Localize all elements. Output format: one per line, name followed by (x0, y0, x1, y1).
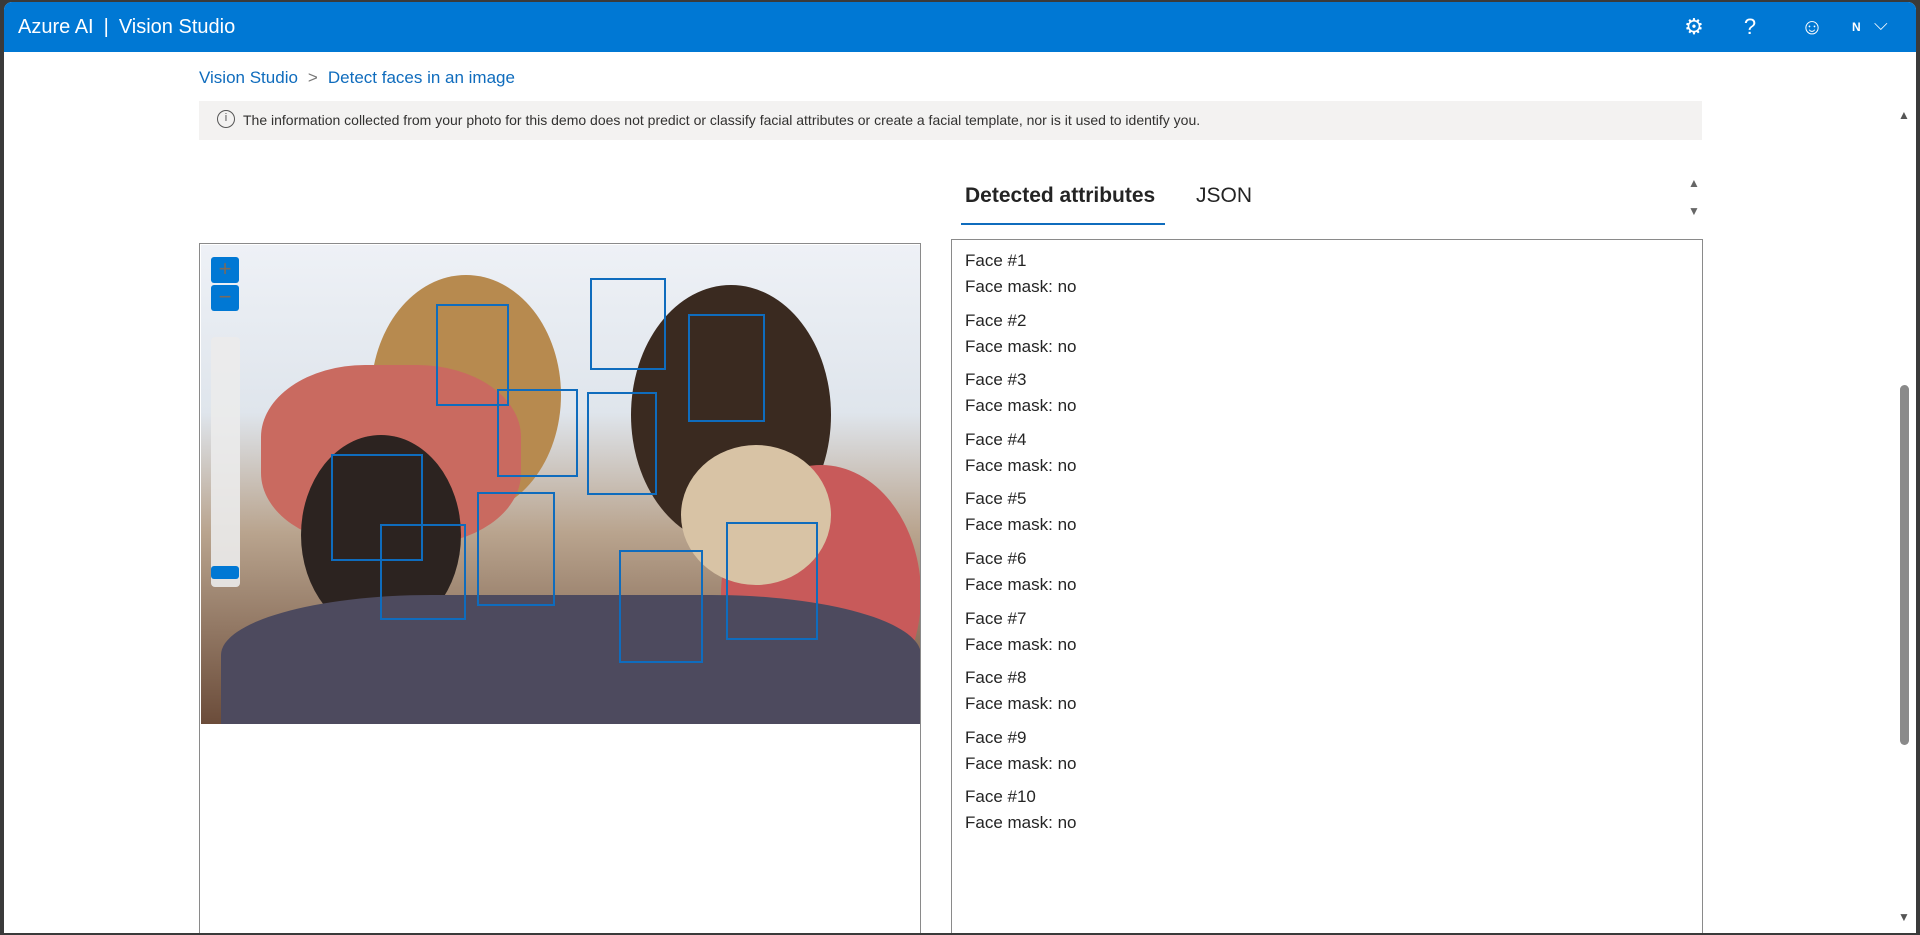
face-label: Face #4 (965, 429, 1027, 449)
face-item: Face #3 Face mask: no (965, 367, 1689, 427)
breadcrumb-detect-faces[interactable]: Detect faces in an image (328, 68, 515, 87)
image-viewer: + − (199, 243, 921, 933)
face-mask-value: Face mask: no (965, 753, 1077, 773)
face-box-7[interactable] (380, 524, 466, 620)
face-mask-value: Face mask: no (965, 694, 1077, 714)
scroll-up-arrow-icon[interactable]: ▲ (1688, 176, 1700, 190)
face-box-8[interactable] (477, 492, 555, 606)
feedback-smiley-icon[interactable]: ☺ (1798, 14, 1826, 40)
face-label: Face #1 (965, 251, 1027, 270)
help-icon[interactable]: ? (1736, 14, 1764, 40)
face-mask-value: Face mask: no (965, 574, 1077, 594)
face-item: Face #10 Face mask: no (965, 784, 1689, 844)
app-title[interactable]: Azure AI | Vision Studio (18, 16, 235, 39)
face-box-5[interactable] (587, 392, 657, 495)
face-box-9[interactable] (619, 550, 703, 663)
settings-icon[interactable]: ⚙ (1680, 14, 1708, 40)
face-item: Face #7 Face mask: no (965, 606, 1689, 666)
privacy-notice: i The information collected from your ph… (199, 101, 1702, 140)
face-label: Face #10 (965, 787, 1036, 807)
face-mask-value: Face mask: no (965, 396, 1077, 416)
scroll-down-arrow-icon[interactable]: ▼ (1688, 204, 1700, 218)
app-name: Vision Studio (118, 16, 236, 38)
page-scroll-down-icon[interactable]: ▼ (1898, 910, 1910, 924)
app-window: Azure AI | Vision Studio ⚙ ? ☺ N ⌵ Vision … (4, 2, 1916, 933)
face-item: Face #4 Face mask: no (965, 427, 1689, 487)
breadcrumb-separator: > (307, 68, 318, 87)
face-mask-value: Face mask: no (965, 813, 1077, 833)
chevron-down-icon[interactable]: ⌵ (1874, 14, 1888, 35)
face-item: Face #5 Face mask: no (965, 486, 1689, 546)
face-item: Face #1 Face mask: no (965, 248, 1689, 308)
face-label: Face #6 (965, 548, 1027, 568)
face-mask-value: Face mask: no (965, 336, 1077, 356)
zoom-in-button[interactable]: + (211, 257, 239, 283)
face-label: Face #2 (965, 310, 1027, 330)
zoom-slider-thumb[interactable] (211, 566, 239, 579)
page-scrollbar-thumb[interactable] (1900, 385, 1909, 745)
title-separator: | (103, 16, 109, 38)
face-box-3[interactable] (688, 314, 765, 422)
top-bar: Azure AI | Vision Studio ⚙ ? ☺ N ⌵ (4, 2, 1916, 52)
breadcrumb: Vision Studio > Detect faces in an image (199, 68, 515, 88)
zoom-out-button[interactable]: − (211, 285, 239, 311)
tab-json[interactable]: JSON (1196, 184, 1252, 208)
face-item: Face #2 Face mask: no (965, 308, 1689, 368)
face-label: Face #5 (965, 489, 1027, 509)
info-icon: i (217, 110, 235, 128)
face-mask-value: Face mask: no (965, 277, 1077, 296)
face-box-10[interactable] (726, 522, 818, 640)
face-mask-value: Face mask: no (965, 455, 1077, 475)
face-label: Face #8 (965, 668, 1027, 688)
face-mask-value: Face mask: no (965, 634, 1077, 654)
face-box-4[interactable] (497, 389, 578, 477)
detected-attributes-list: Face #1 Face mask: no Face #2 Face mask: no… (951, 239, 1703, 933)
face-label: Face #3 (965, 370, 1027, 390)
face-label: Face #7 (965, 608, 1027, 628)
avatar[interactable]: N (1852, 20, 1861, 34)
active-tab-indicator (961, 223, 1165, 225)
group-photo: + − (201, 245, 920, 724)
tab-detected-attributes[interactable]: Detected attributes (965, 184, 1155, 208)
face-item: Face #6 Face mask: no (965, 546, 1689, 606)
zoom-slider-track[interactable] (211, 337, 240, 587)
face-box-2[interactable] (590, 278, 666, 370)
face-label: Face #9 (965, 727, 1027, 747)
breadcrumb-vision-studio[interactable]: Vision Studio (199, 68, 298, 87)
page-scroll-up-icon[interactable]: ▲ (1898, 108, 1910, 122)
notice-text: The information collected from your phot… (243, 112, 1201, 128)
face-item: Face #8 Face mask: no (965, 665, 1689, 725)
face-mask-value: Face mask: no (965, 515, 1077, 535)
face-item: Face #9 Face mask: no (965, 725, 1689, 785)
brand-name: Azure AI (18, 16, 94, 38)
